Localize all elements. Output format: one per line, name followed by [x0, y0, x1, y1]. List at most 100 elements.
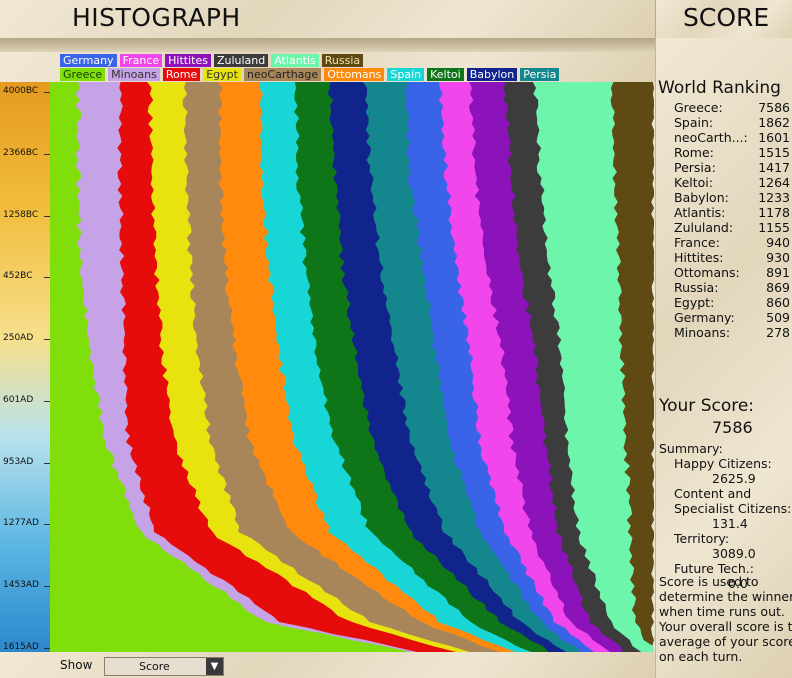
histograph-title: HISTOGRAPH: [72, 3, 241, 32]
ranking-row: Spain: 1862: [674, 115, 790, 130]
ranking-row: Egypt: 860: [674, 295, 790, 310]
ranking-row: Ottomans: 891: [674, 265, 790, 280]
ranking-civ-name: Egypt:: [674, 295, 715, 310]
score-note-line: average of your scores: [659, 634, 792, 649]
legend-item-hittites: Hittites: [165, 54, 211, 67]
histograph-chart: [50, 82, 654, 652]
summary-label: Summary:: [659, 441, 723, 456]
score-note-line: Score is used to: [659, 574, 759, 589]
ranking-civ-name: Minoans:: [674, 325, 731, 340]
ranking-civ-score: 7586: [758, 100, 790, 115]
time-axis: 4000BC 2366BC 1258BC 452BC 250AD 601AD 953AD 12…: [0, 82, 50, 652]
legend-item-russia: Russia: [321, 54, 364, 67]
ranking-row: Babylon: 1233: [674, 190, 790, 205]
ranking-row: Persia: 1417: [674, 160, 790, 175]
legend-item-germany: Germany: [60, 54, 117, 67]
ranking-row: Keltoi: 1264: [674, 175, 790, 190]
footer-bar: Show Score ▼: [0, 652, 655, 678]
legend-item-spain: Spain: [387, 68, 425, 81]
chevron-down-icon[interactable]: ▼: [206, 658, 223, 675]
legend-item-greece: Greece: [60, 68, 106, 81]
time-tick-label: 1453AD: [0, 580, 50, 590]
score-note-line: determine the winner: [659, 589, 792, 604]
time-tick-label: 250AD: [0, 333, 50, 343]
ranking-row: Minoans: 278: [674, 325, 790, 340]
ranking-civ-name: Spain:: [674, 115, 714, 130]
show-dropdown[interactable]: Score ▼: [104, 657, 224, 676]
time-tick-label: 1615AD: [0, 642, 50, 652]
ranking-civ-name: France:: [674, 235, 720, 250]
ranking-civ-score: 278: [766, 325, 790, 340]
time-tick-label: 2366BC: [0, 148, 50, 158]
ranking-civ-name: Germany:: [674, 310, 735, 325]
ranking-civ-name: Keltoi:: [674, 175, 713, 190]
score-note-line: when time runs out.: [659, 604, 785, 619]
legend-item-babylon: Babylon: [466, 68, 518, 81]
ranking-civ-score: 509: [766, 310, 790, 325]
ranking-civ-score: 1417: [758, 160, 790, 175]
ranking-civ-score: 1264: [758, 175, 790, 190]
ranking-civ-name: Rome:: [674, 145, 714, 160]
show-dropdown-value: Score: [139, 660, 170, 673]
ranking-civ-score: 1862: [758, 115, 790, 130]
show-label: Show: [60, 658, 93, 672]
content-citizens-label: Content and: [674, 486, 752, 501]
ranking-civ-name: Hittites:: [674, 250, 724, 265]
legend-item-ottomans: Ottomans: [324, 68, 385, 81]
ranking-civ-score: 940: [766, 235, 790, 250]
ranking-civ-score: 1155: [758, 220, 790, 235]
time-tick-label: 1258BC: [0, 210, 50, 220]
header-shadow: [0, 38, 655, 52]
legend-item-keltoi: Keltoi: [427, 68, 464, 81]
ranking-civ-score: 860: [766, 295, 790, 310]
legend-item-neocarthage: neoCarthage: [243, 68, 322, 81]
ranking-row: Hittites: 930: [674, 250, 790, 265]
civ-legend: Germany France Hittites Zululand Atlantis Rus…: [0, 52, 655, 82]
specialist-citizens-label: Specialist Citizens:: [674, 501, 792, 516]
ranking-row: France: 940: [674, 235, 790, 250]
ranking-civ-name: Zululand:: [674, 220, 734, 235]
legend-item-zululand: Zululand: [213, 54, 269, 67]
score-header: SCORE: [655, 0, 792, 38]
ranking-row: Zululand: 1155: [674, 220, 790, 235]
time-tick-label: 4000BC: [0, 86, 50, 96]
your-score-title: Your Score:: [659, 396, 755, 416]
ranking-civ-score: 1601: [758, 130, 790, 145]
score-panel: World Ranking Greece: 7586 Spain: 1862 neoCa…: [655, 38, 792, 678]
legend-item-egypt: Egypt: [203, 68, 241, 81]
score-note-line: Your overall score is th: [659, 619, 792, 634]
ranking-civ-score: 891: [766, 265, 790, 280]
territory-label: Territory:: [674, 531, 730, 546]
ranking-civ-score: 869: [766, 280, 790, 295]
time-tick-label: 953AD: [0, 457, 50, 467]
legend-item-france: France: [119, 54, 163, 67]
legend-item-persia: Persia: [520, 68, 560, 81]
ranking-civ-score: 930: [766, 250, 790, 265]
ranking-civ-name: Atlantis:: [674, 205, 726, 220]
ranking-civ-score: 1178: [758, 205, 790, 220]
legend-item-rome: Rome: [162, 68, 201, 81]
ranking-civ-score: 1515: [758, 145, 790, 160]
ranking-civ-name: Babylon:: [674, 190, 729, 205]
histograph-header: HISTOGRAPH: [0, 0, 655, 38]
ranking-civ-name: Persia:: [674, 160, 716, 175]
score-title: SCORE: [683, 3, 770, 32]
ranking-civ-name: neoCarth...:: [674, 130, 748, 145]
world-ranking-title: World Ranking: [658, 78, 781, 98]
ranking-civ-name: Russia:: [674, 280, 719, 295]
ranking-row: Greece: 7586: [674, 100, 790, 115]
legend-item-atlantis: Atlantis: [271, 54, 319, 67]
ranking-civ-name: Greece:: [674, 100, 723, 115]
legend-item-minoans: Minoans: [108, 68, 160, 81]
ranking-civ-score: 1233: [758, 190, 790, 205]
happy-citizens-value: 2625.9: [712, 471, 756, 486]
your-score-value: 7586: [712, 418, 753, 437]
time-tick-label: 601AD: [0, 395, 50, 405]
ranking-civ-name: Ottomans:: [674, 265, 740, 280]
ranking-row: Russia: 869: [674, 280, 790, 295]
content-citizens-value: 131.4: [712, 516, 748, 531]
time-tick-label: 452BC: [0, 271, 50, 281]
happy-citizens-label: Happy Citizens:: [674, 456, 772, 471]
ranking-row: Rome: 1515: [674, 145, 790, 160]
score-note-line: on each turn.: [659, 649, 743, 664]
